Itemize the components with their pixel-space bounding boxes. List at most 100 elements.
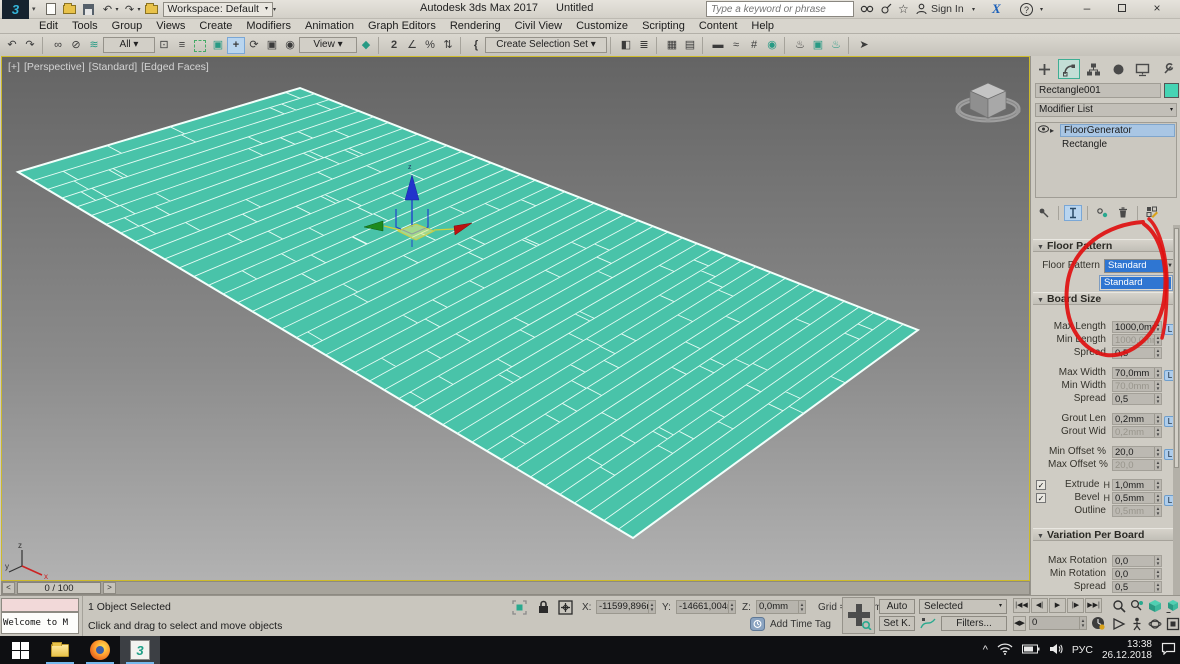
percent-snap-icon[interactable]: % (421, 37, 439, 54)
help-caret-icon[interactable]: ▾ (1040, 1, 1043, 17)
max-length-field[interactable]: 1000,0mm▲▼ (1112, 321, 1162, 333)
isolate-selection-toggle[interactable] (512, 600, 527, 618)
menu-modifiers[interactable]: Modifiers (239, 20, 298, 32)
key-filters-button[interactable]: Filters... (941, 616, 1007, 631)
selection-lock-toggle[interactable] (537, 600, 550, 618)
x-coordinate-field[interactable]: -11599,896mm▲▼ (596, 600, 656, 614)
time-tag-icon[interactable] (750, 617, 765, 634)
action-center-icon[interactable] (1161, 642, 1176, 658)
maximize-viewport-toggle[interactable] (1164, 615, 1180, 632)
base-object-name[interactable]: Rectangle (1062, 139, 1107, 150)
absolute-mode-toggle[interactable] (558, 600, 573, 618)
dropdown-option-standard[interactable]: Standard (1101, 277, 1171, 289)
orbit-button[interactable] (1146, 615, 1163, 632)
next-frame-button[interactable]: |▶ (1067, 598, 1084, 613)
viewport-label-general[interactable]: [+] (8, 61, 20, 73)
min-offset-field[interactable]: 20,0▲▼ (1112, 446, 1162, 458)
undo-history-caret-icon[interactable]: ▾ (116, 6, 119, 13)
spread-length-field[interactable]: 0,5▲▼ (1112, 347, 1162, 359)
modifier-name[interactable]: FloorGenerator (1060, 124, 1175, 137)
set-keys-button[interactable] (842, 597, 875, 634)
select-and-rotate-icon[interactable]: ⟳ (245, 37, 263, 54)
extrude-checkbox[interactable]: ✓ (1036, 480, 1046, 490)
rollout-board-size[interactable]: ▼Board Size (1033, 292, 1179, 305)
select-and-scale-icon[interactable]: ▣ (263, 37, 281, 54)
tab-create[interactable] (1033, 59, 1056, 79)
stack-row-floorgenerator[interactable]: ▸ FloorGenerator (1036, 123, 1176, 137)
snapshot-cursor-icon[interactable]: ➤ (855, 37, 873, 54)
close-button[interactable]: × (1142, 0, 1172, 18)
redo-icon[interactable]: ↷ (21, 37, 39, 54)
toggle-ribbon-icon[interactable]: ▬ (709, 37, 727, 54)
schematic-view-icon[interactable]: # (745, 37, 763, 54)
stack-row-rectangle[interactable]: Rectangle (1036, 137, 1176, 151)
min-rotation-field[interactable]: 0,0▲▼ (1112, 568, 1162, 580)
reference-coordinate-dropdown[interactable]: View ▾ (299, 37, 357, 53)
set-key-button[interactable]: Set K. (879, 616, 915, 631)
toolbar-separator[interactable] (378, 37, 382, 54)
select-and-link-icon[interactable]: ∞ (49, 37, 67, 54)
spread-width-field[interactable]: 0,5▲▼ (1112, 393, 1162, 405)
key-selection-dropdown[interactable]: Selected▾ (919, 599, 1007, 614)
favorites-star-icon[interactable]: ☆ (898, 1, 909, 17)
zoom-extents-all-button[interactable] (1164, 597, 1180, 614)
zoom-button[interactable] (1110, 597, 1127, 614)
min-width-field[interactable]: 70,0mm▲▼ (1112, 380, 1162, 392)
tab-utilities[interactable] (1156, 59, 1179, 79)
grout-len-field[interactable]: 0,2mm▲▼ (1112, 413, 1162, 425)
time-configuration-button[interactable] (1090, 615, 1106, 634)
toolbar-separator[interactable] (656, 37, 660, 54)
floor-object[interactable] (18, 88, 918, 538)
go-to-start-button[interactable]: |◀◀ (1013, 598, 1030, 613)
volume-icon[interactable] (1049, 643, 1063, 658)
new-scene-button[interactable] (43, 2, 59, 17)
auto-key-button[interactable]: Auto (879, 599, 915, 614)
rendered-frame-window-icon[interactable]: ▣ (809, 37, 827, 54)
bind-to-space-warp-icon[interactable]: ≋ (85, 37, 103, 54)
toolbar-separator[interactable] (848, 37, 852, 54)
viewport-label-point-of-view[interactable]: [Perspective] (24, 61, 85, 73)
key-mode-toggle[interactable]: ◀▶ (1013, 616, 1026, 631)
key-filters-icon[interactable] (919, 616, 938, 631)
menu-rendering[interactable]: Rendering (443, 20, 508, 32)
show-end-result-icon[interactable] (1064, 205, 1082, 221)
menu-civil-view[interactable]: Civil View (508, 20, 569, 32)
bevel-checkbox[interactable]: ✓ (1036, 493, 1046, 503)
tab-display[interactable] (1132, 59, 1155, 79)
edit-named-selection-sets-icon[interactable]: { (467, 37, 485, 54)
toolbar-overflow-caret-icon[interactable]: ▾ (273, 6, 276, 13)
menu-edit[interactable]: Edit (32, 20, 65, 32)
spinner-snap-icon[interactable]: ⇅ (439, 37, 457, 54)
menu-create[interactable]: Create (192, 20, 239, 32)
max-width-field[interactable]: 70,0mm▲▼ (1112, 367, 1162, 379)
sign-in-caret-icon[interactable]: ▾ (972, 1, 975, 17)
menu-group[interactable]: Group (105, 20, 150, 32)
extrude-field[interactable]: 1,0mm▲▼ (1112, 479, 1162, 491)
render-setup-icon[interactable]: ♨ (791, 37, 809, 54)
tray-expand-chevron[interactable]: ^ (983, 644, 988, 656)
tab-hierarchy[interactable] (1082, 59, 1105, 79)
previous-frame-arrow[interactable]: < (2, 582, 15, 594)
macro-recorder-box[interactable] (1, 598, 79, 612)
angle-snap-icon[interactable]: ∠ (403, 37, 421, 54)
select-object-icon[interactable]: ⊡ (155, 37, 173, 54)
viewport-label-per-view[interactable]: [Edged Faces] (141, 61, 209, 73)
panel-scrollbar[interactable] (1173, 225, 1180, 595)
spread-rotation-field[interactable]: 0,5▲▼ (1112, 581, 1162, 593)
file-explorer-taskbar-icon[interactable] (40, 636, 80, 664)
y-coordinate-field[interactable]: -14661,004mm▲▼ (676, 600, 736, 614)
play-button[interactable]: ▶ (1049, 598, 1066, 613)
perspective-viewport[interactable]: [+][Perspective][Standard][Edged Faces] … (1, 56, 1030, 581)
zoom-extents-button[interactable] (1146, 597, 1163, 614)
named-selection-sets-dropdown[interactable]: Create Selection Set ▾ (485, 37, 607, 53)
minimize-button[interactable]: – (1072, 0, 1102, 18)
save-file-button[interactable] (81, 2, 97, 17)
select-by-name-icon[interactable]: ≡ (173, 37, 191, 54)
menu-help[interactable]: Help (744, 20, 781, 32)
tab-modify[interactable] (1058, 59, 1081, 79)
sign-in-link[interactable]: Sign In (931, 1, 964, 17)
min-length-field[interactable]: 1000,0mm▲▼ (1112, 334, 1162, 346)
start-button[interactable] (0, 636, 40, 664)
zoom-all-button[interactable] (1128, 597, 1145, 614)
unlink-selection-icon[interactable]: ⊘ (67, 37, 85, 54)
